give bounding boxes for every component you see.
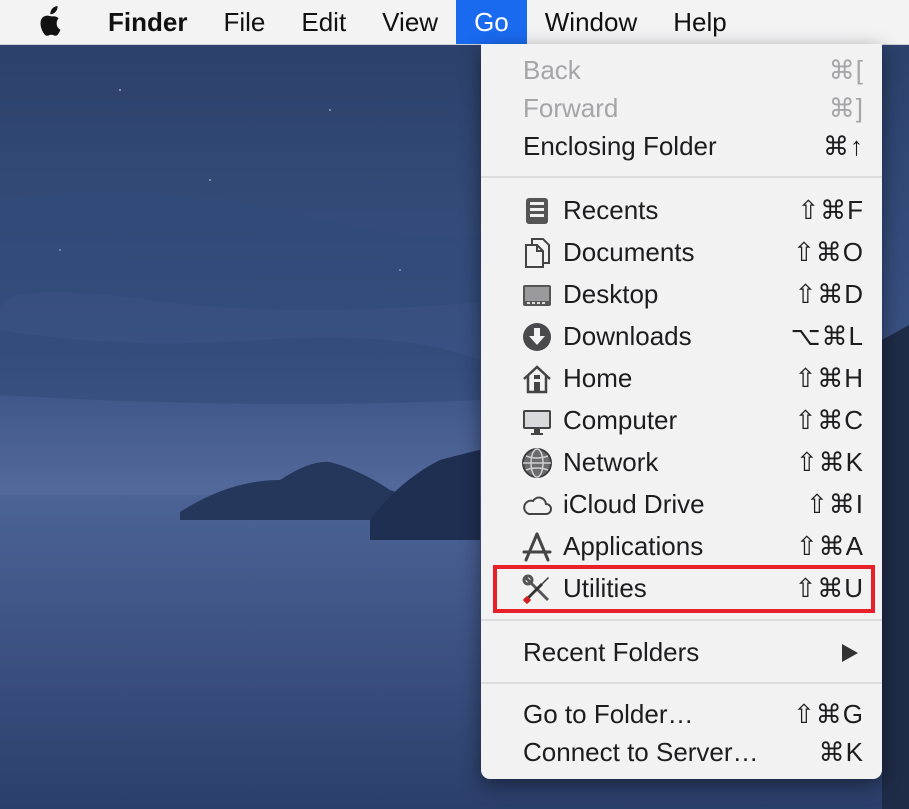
menu-item-recents[interactable]: Recents ⇧⌘F xyxy=(481,191,882,229)
menu-item-enclosing-folder[interactable]: Enclosing Folder ⌘↑ xyxy=(481,127,882,165)
menu-item-connect-to-server[interactable]: Connect to Server… ⌘K xyxy=(481,733,882,771)
menu-item-shortcut: ⇧⌘D xyxy=(794,279,864,309)
menu-item-shortcut: ⇧⌘H xyxy=(794,363,864,393)
menu-separator xyxy=(481,176,882,178)
computer-icon xyxy=(523,410,551,435)
menu-item-recent-folders[interactable]: Recent Folders xyxy=(481,633,882,671)
documents-icon xyxy=(525,238,550,268)
menu-item-shortcut: ⇧⌘G xyxy=(792,699,864,729)
menu-item-label: Network xyxy=(563,447,659,477)
menu-item-label: Home xyxy=(563,363,633,393)
menu-item-label: Recents xyxy=(563,195,659,225)
menu-item-back: Back ⌘[ xyxy=(481,51,882,89)
apple-menu-icon[interactable] xyxy=(38,4,68,40)
menu-item-label: iCloud Drive xyxy=(563,489,705,519)
submenu-arrow-icon xyxy=(842,644,858,662)
menu-item-computer[interactable]: Computer ⇧⌘C xyxy=(481,401,882,439)
menu-item-shortcut: ⌘] xyxy=(828,93,864,123)
menu-item-shortcut: ⇧⌘F xyxy=(797,195,864,225)
menu-item-desktop[interactable]: Desktop ⇧⌘D xyxy=(481,275,882,313)
menu-item-label: Downloads xyxy=(563,321,692,351)
menu-file[interactable]: File xyxy=(205,0,283,44)
network-icon xyxy=(522,448,552,478)
menu-item-label: Recent Folders xyxy=(523,637,700,667)
menu-edit[interactable]: Edit xyxy=(283,0,364,44)
menu-item-shortcut: ⌘[ xyxy=(828,55,864,85)
menu-item-downloads[interactable]: Downloads ⌥⌘L xyxy=(481,317,882,355)
menu-item-shortcut: ⌘↑ xyxy=(823,131,864,161)
menu-item-shortcut: ⇧⌘O xyxy=(792,237,864,267)
highlight-box xyxy=(493,565,875,613)
menu-window[interactable]: Window xyxy=(527,0,655,44)
menu-item-shortcut: ⌘K xyxy=(818,737,864,767)
menu-item-label: Connect to Server… xyxy=(523,737,759,767)
menu-item-network[interactable]: Network ⇧⌘K xyxy=(481,443,882,481)
menu-view[interactable]: View xyxy=(364,0,456,44)
menu-item-forward: Forward ⌘] xyxy=(481,89,882,127)
menu-finder[interactable]: Finder xyxy=(104,0,205,44)
menu-item-shortcut: ⇧⌘I xyxy=(805,489,864,519)
recents-icon xyxy=(526,198,548,224)
menu-item-shortcut: ⇧⌘A xyxy=(795,531,864,561)
menu-item-label: Desktop xyxy=(563,279,659,309)
menu-item-documents[interactable]: Documents ⇧⌘O xyxy=(481,233,882,271)
menu-item-home[interactable]: Home ⇧⌘H xyxy=(481,359,882,397)
menu-item-label: Back xyxy=(523,55,581,85)
menu-separator xyxy=(481,682,882,684)
menu-item-icloud-drive[interactable]: iCloud Drive ⇧⌘I xyxy=(481,485,882,523)
menu-item-label: Enclosing Folder xyxy=(523,131,717,161)
menu-item-shortcut: ⇧⌘C xyxy=(794,405,864,435)
menu-item-shortcut: ⌥⌘L xyxy=(790,321,864,351)
menu-item-label: Go to Folder… xyxy=(523,699,694,729)
menu-item-label: Forward xyxy=(523,93,619,123)
downloads-icon xyxy=(523,323,551,351)
applications-icon xyxy=(522,532,552,562)
menu-item-shortcut: ⇧⌘K xyxy=(795,447,864,477)
menu-separator xyxy=(481,619,882,621)
cloud-icon xyxy=(523,496,552,515)
menu-bar: Finder File Edit View Go Window Help xyxy=(0,0,909,45)
go-menu-dropdown: Back ⌘[ Forward ⌘] Enclosing Folder ⌘↑ R… xyxy=(481,44,882,779)
menu-go[interactable]: Go xyxy=(456,0,527,44)
menu-item-label: Documents xyxy=(563,237,695,267)
menu-item-label: Applications xyxy=(563,531,704,561)
menu-help[interactable]: Help xyxy=(655,0,744,44)
menu-item-applications[interactable]: Applications ⇧⌘A xyxy=(481,527,882,565)
menu-item-go-to-folder[interactable]: Go to Folder… ⇧⌘G xyxy=(481,695,882,733)
home-icon xyxy=(523,365,551,394)
desktop-icon xyxy=(523,285,551,306)
menu-item-label: Computer xyxy=(563,405,678,435)
